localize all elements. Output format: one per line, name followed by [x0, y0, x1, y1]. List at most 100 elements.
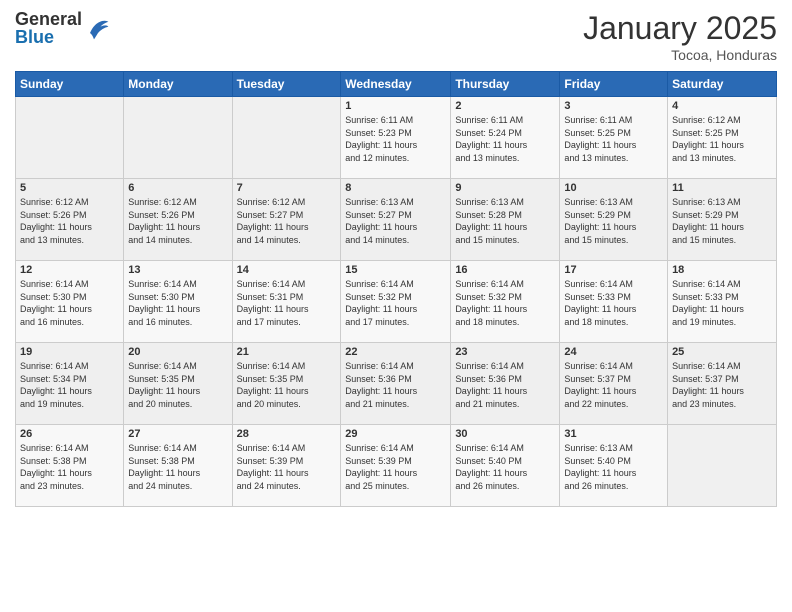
calendar-cell: 3 Sunrise: 6:11 AM Sunset: 5:25 PM Daylig…: [560, 97, 668, 179]
day-number: 15: [345, 264, 446, 276]
calendar-cell: 7 Sunrise: 6:12 AM Sunset: 5:27 PM Daylig…: [232, 179, 341, 261]
day-info: Sunrise: 6:14 AM Sunset: 5:40 PM Dayligh…: [455, 442, 555, 492]
logo-blue: Blue: [15, 28, 82, 46]
day-number: 3: [564, 100, 663, 112]
day-number: 18: [672, 264, 772, 276]
day-number: 17: [564, 264, 663, 276]
day-info: Sunrise: 6:14 AM Sunset: 5:37 PM Dayligh…: [564, 360, 663, 410]
calendar-week-row: 12 Sunrise: 6:14 AM Sunset: 5:30 PM Dayli…: [16, 261, 777, 343]
calendar-cell: 23 Sunrise: 6:14 AM Sunset: 5:36 PM Dayli…: [451, 343, 560, 425]
calendar-header-row: SundayMondayTuesdayWednesdayThursdayFrid…: [16, 72, 777, 97]
calendar-cell: 17 Sunrise: 6:14 AM Sunset: 5:33 PM Dayli…: [560, 261, 668, 343]
day-number: 21: [237, 346, 337, 358]
day-info: Sunrise: 6:12 AM Sunset: 5:27 PM Dayligh…: [237, 196, 337, 246]
calendar-cell: 31 Sunrise: 6:13 AM Sunset: 5:40 PM Dayli…: [560, 425, 668, 507]
day-number: 28: [237, 428, 337, 440]
calendar-cell: 21 Sunrise: 6:14 AM Sunset: 5:35 PM Dayli…: [232, 343, 341, 425]
calendar-header-monday: Monday: [124, 72, 232, 97]
day-number: 14: [237, 264, 337, 276]
calendar-week-row: 26 Sunrise: 6:14 AM Sunset: 5:38 PM Dayli…: [16, 425, 777, 507]
day-number: 12: [20, 264, 119, 276]
day-info: Sunrise: 6:14 AM Sunset: 5:39 PM Dayligh…: [345, 442, 446, 492]
day-number: 22: [345, 346, 446, 358]
day-info: Sunrise: 6:13 AM Sunset: 5:28 PM Dayligh…: [455, 196, 555, 246]
page-header: General Blue January 2025 Tocoa, Hondura…: [15, 10, 777, 63]
logo: General Blue: [15, 10, 110, 46]
calendar-cell: 20Sunrise: 6:14 AM Sunset: 5:35 PM Dayli…: [124, 343, 232, 425]
location: Tocoa, Honduras: [583, 47, 777, 63]
calendar-cell: 14 Sunrise: 6:14 AM Sunset: 5:31 PM Dayli…: [232, 261, 341, 343]
day-info: Sunrise: 6:12 AM Sunset: 5:26 PM Dayligh…: [20, 196, 119, 246]
calendar-header-thursday: Thursday: [451, 72, 560, 97]
calendar-cell: 10 Sunrise: 6:13 AM Sunset: 5:29 PM Dayli…: [560, 179, 668, 261]
calendar-cell: [124, 97, 232, 179]
logo-bird-icon: [86, 17, 110, 41]
day-info: Sunrise: 6:12 AM Sunset: 5:26 PM Dayligh…: [128, 196, 227, 246]
calendar-cell: 4 Sunrise: 6:12 AM Sunset: 5:25 PM Daylig…: [668, 97, 777, 179]
day-number: 7: [237, 182, 337, 194]
calendar-table: SundayMondayTuesdayWednesdayThursdayFrid…: [15, 71, 777, 507]
calendar-cell: [232, 97, 341, 179]
calendar-cell: [668, 425, 777, 507]
day-number: 23: [455, 346, 555, 358]
calendar-cell: 5Sunrise: 6:12 AM Sunset: 5:26 PM Daylig…: [16, 179, 124, 261]
day-number: 24: [564, 346, 663, 358]
calendar-cell: 19Sunrise: 6:14 AM Sunset: 5:34 PM Dayli…: [16, 343, 124, 425]
day-info: Sunrise: 6:14 AM Sunset: 5:35 PM Dayligh…: [237, 360, 337, 410]
calendar-cell: [16, 97, 124, 179]
calendar-cell: 8Sunrise: 6:13 AM Sunset: 5:27 PM Daylig…: [341, 179, 451, 261]
day-number: 2: [455, 100, 555, 112]
day-number: 6: [128, 182, 227, 194]
day-info: Sunrise: 6:14 AM Sunset: 5:32 PM Dayligh…: [345, 278, 446, 328]
calendar-header-friday: Friday: [560, 72, 668, 97]
calendar-week-row: 5Sunrise: 6:12 AM Sunset: 5:26 PM Daylig…: [16, 179, 777, 261]
calendar-cell: 29Sunrise: 6:14 AM Sunset: 5:39 PM Dayli…: [341, 425, 451, 507]
day-number: 26: [20, 428, 119, 440]
day-number: 19: [20, 346, 119, 358]
day-info: Sunrise: 6:14 AM Sunset: 5:39 PM Dayligh…: [237, 442, 337, 492]
day-number: 11: [672, 182, 772, 194]
calendar-cell: 18Sunrise: 6:14 AM Sunset: 5:33 PM Dayli…: [668, 261, 777, 343]
day-info: Sunrise: 6:13 AM Sunset: 5:40 PM Dayligh…: [564, 442, 663, 492]
calendar-cell: 30 Sunrise: 6:14 AM Sunset: 5:40 PM Dayli…: [451, 425, 560, 507]
calendar-cell: 11 Sunrise: 6:13 AM Sunset: 5:29 PM Dayli…: [668, 179, 777, 261]
day-info: Sunrise: 6:13 AM Sunset: 5:29 PM Dayligh…: [564, 196, 663, 246]
logo-general: General: [15, 10, 82, 28]
calendar-cell: 22 Sunrise: 6:14 AM Sunset: 5:36 PM Dayli…: [341, 343, 451, 425]
day-info: Sunrise: 6:12 AM Sunset: 5:25 PM Dayligh…: [672, 114, 772, 164]
day-number: 27: [128, 428, 227, 440]
calendar-header-tuesday: Tuesday: [232, 72, 341, 97]
day-info: Sunrise: 6:14 AM Sunset: 5:30 PM Dayligh…: [20, 278, 119, 328]
day-number: 4: [672, 100, 772, 112]
day-info: Sunrise: 6:11 AM Sunset: 5:25 PM Dayligh…: [564, 114, 663, 164]
day-number: 9: [455, 182, 555, 194]
day-info: Sunrise: 6:14 AM Sunset: 5:32 PM Dayligh…: [455, 278, 555, 328]
calendar-cell: 25Sunrise: 6:14 AM Sunset: 5:37 PM Dayli…: [668, 343, 777, 425]
day-number: 20: [128, 346, 227, 358]
day-info: Sunrise: 6:14 AM Sunset: 5:31 PM Dayligh…: [237, 278, 337, 328]
calendar-cell: 24 Sunrise: 6:14 AM Sunset: 5:37 PM Dayli…: [560, 343, 668, 425]
day-info: Sunrise: 6:14 AM Sunset: 5:36 PM Dayligh…: [455, 360, 555, 410]
calendar-cell: 27Sunrise: 6:14 AM Sunset: 5:38 PM Dayli…: [124, 425, 232, 507]
day-number: 1: [345, 100, 446, 112]
day-info: Sunrise: 6:14 AM Sunset: 5:33 PM Dayligh…: [564, 278, 663, 328]
month-title: January 2025: [583, 10, 777, 47]
day-number: 31: [564, 428, 663, 440]
day-info: Sunrise: 6:13 AM Sunset: 5:29 PM Dayligh…: [672, 196, 772, 246]
day-info: Sunrise: 6:14 AM Sunset: 5:38 PM Dayligh…: [20, 442, 119, 492]
day-info: Sunrise: 6:14 AM Sunset: 5:30 PM Dayligh…: [128, 278, 227, 328]
calendar-cell: 6 Sunrise: 6:12 AM Sunset: 5:26 PM Daylig…: [124, 179, 232, 261]
day-number: 25: [672, 346, 772, 358]
calendar-cell: 9 Sunrise: 6:13 AM Sunset: 5:28 PM Daylig…: [451, 179, 560, 261]
day-info: Sunrise: 6:14 AM Sunset: 5:36 PM Dayligh…: [345, 360, 446, 410]
day-number: 30: [455, 428, 555, 440]
day-number: 16: [455, 264, 555, 276]
calendar-cell: 1Sunrise: 6:11 AM Sunset: 5:23 PM Daylig…: [341, 97, 451, 179]
calendar-week-row: 19Sunrise: 6:14 AM Sunset: 5:34 PM Dayli…: [16, 343, 777, 425]
day-number: 10: [564, 182, 663, 194]
logo-text: General Blue: [15, 10, 82, 46]
calendar-cell: 28 Sunrise: 6:14 AM Sunset: 5:39 PM Dayli…: [232, 425, 341, 507]
calendar-week-row: 1Sunrise: 6:11 AM Sunset: 5:23 PM Daylig…: [16, 97, 777, 179]
calendar-cell: 2Sunrise: 6:11 AM Sunset: 5:24 PM Daylig…: [451, 97, 560, 179]
calendar-cell: 12 Sunrise: 6:14 AM Sunset: 5:30 PM Dayli…: [16, 261, 124, 343]
